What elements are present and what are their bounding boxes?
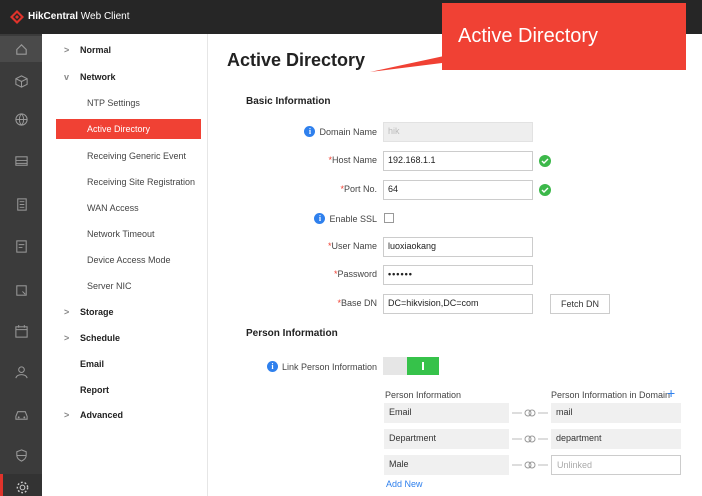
port-no-row: *Port No. 64 — [209, 180, 702, 200]
home-icon[interactable] — [0, 36, 42, 62]
settings-nav: > Normal v Network NTP Settings Active Dir… — [42, 34, 208, 496]
link-person-label: Link Person Information — [281, 361, 377, 372]
mapping-header-left: Person Information — [385, 390, 462, 400]
mapping-left-cell[interactable]: Department — [384, 429, 509, 449]
nav-item-network[interactable]: v Network — [42, 67, 208, 87]
nav-item-device-access-mode[interactable]: Device Access Mode — [42, 250, 208, 270]
link-icon — [512, 409, 548, 417]
add-new-link[interactable]: Add New — [386, 479, 423, 489]
gear-icon[interactable] — [0, 474, 42, 496]
link-person-toggle[interactable] — [383, 357, 439, 375]
nav-item-schedule[interactable]: > Schedule — [42, 328, 208, 348]
domain-name-label: Domain Name — [319, 126, 377, 137]
mapping-row: Male Unlinked — [384, 455, 682, 475]
domain-name-field: hik — [383, 122, 533, 142]
user-name-label: User Name — [331, 241, 377, 251]
nav-item-normal[interactable]: > Normal — [42, 40, 208, 60]
cube-icon[interactable] — [0, 68, 42, 94]
mapping-row: Department department — [384, 429, 682, 449]
calendar-icon[interactable] — [0, 318, 42, 344]
globe-icon[interactable] — [0, 106, 42, 132]
user-name-row: *User Name luoxiaokang — [209, 237, 702, 257]
password-label: Password — [337, 269, 377, 279]
user-name-field[interactable]: luoxiaokang — [383, 237, 533, 257]
enable-ssl-row: i Enable SSL — [209, 209, 702, 229]
link-icon — [512, 461, 548, 469]
chevron-right-icon: > — [64, 45, 70, 55]
link-person-row: i Link Person Information — [209, 357, 702, 377]
enable-ssl-label: Enable SSL — [329, 213, 377, 224]
chevron-right-icon: > — [64, 410, 70, 420]
building-icon[interactable] — [0, 191, 42, 217]
enable-ssl-checkbox[interactable] — [384, 213, 394, 223]
base-dn-row: *Base DN DC=hikvision,DC=com Fetch DN — [209, 294, 702, 314]
mapping-row: Email mail — [384, 403, 682, 423]
hikcentral-logo-icon — [10, 10, 24, 24]
mapping-right-cell[interactable]: Unlinked — [551, 455, 681, 475]
person-icon[interactable] — [0, 359, 42, 385]
base-dn-field[interactable]: DC=hikvision,DC=com — [383, 294, 533, 314]
nav-item-wan-access[interactable]: WAN Access — [42, 198, 208, 218]
mapping-header-right: Person Information in Domain — [551, 390, 671, 400]
nav-item-server-nic[interactable]: Server NIC — [42, 276, 208, 296]
nav-item-storage[interactable]: > Storage — [42, 302, 208, 322]
car-icon[interactable] — [0, 401, 42, 427]
nav-item-active-directory[interactable]: Active Directory — [56, 119, 201, 139]
fetch-dn-button[interactable]: Fetch DN — [550, 294, 610, 314]
chevron-right-icon: > — [64, 307, 70, 317]
port-no-field[interactable]: 64 — [383, 180, 533, 200]
nav-item-report[interactable]: Report — [42, 380, 208, 400]
shield-icon[interactable] — [0, 442, 42, 468]
basic-info-heading: Basic Information — [246, 96, 331, 107]
chevron-right-icon: > — [64, 333, 70, 343]
nav-item-receiving-generic-event[interactable]: Receiving Generic Event — [42, 146, 208, 166]
mapping-left-cell[interactable]: Email — [384, 403, 509, 423]
password-field[interactable]: •••••• — [383, 265, 533, 285]
password-row: *Password •••••• — [209, 265, 702, 285]
screen-icon[interactable] — [0, 277, 42, 303]
info-icon: i — [266, 361, 278, 372]
nav-item-email[interactable]: Email — [42, 354, 208, 374]
nav-item-ntp-settings[interactable]: NTP Settings — [42, 93, 208, 113]
callout-pointer — [370, 56, 450, 72]
base-dn-label: Base DN — [340, 298, 377, 308]
mapping-left-cell[interactable]: Male — [384, 455, 509, 475]
add-mapping-plus-icon[interactable]: + — [667, 386, 675, 400]
port-no-label: Port No. — [343, 184, 377, 194]
link-icon — [512, 435, 548, 443]
nav-item-advanced[interactable]: > Advanced — [42, 405, 208, 425]
host-name-field[interactable]: 192.168.1.1 — [383, 151, 533, 171]
domain-name-row: i Domain Name hik — [209, 122, 702, 142]
icon-rail — [0, 34, 42, 496]
person-info-heading: Person Information — [246, 328, 338, 339]
monitor-icon[interactable] — [0, 148, 42, 174]
main-content: Active Directory Basic Information i Doma… — [209, 34, 702, 496]
card-icon[interactable] — [0, 233, 42, 259]
info-icon: i — [304, 126, 316, 137]
host-name-row: *Host Name 192.168.1.1 — [209, 151, 702, 171]
host-name-label: Host Name — [331, 155, 377, 165]
callout-label: Active Directory — [442, 3, 686, 70]
page-title: Active Directory — [227, 50, 366, 70]
nav-item-receiving-site-registration[interactable]: Receiving Site Registration — [42, 172, 208, 192]
info-icon: i — [314, 213, 326, 224]
valid-check-icon — [539, 184, 551, 196]
chevron-down-icon: v — [64, 72, 70, 82]
app-title: HikCentral Web Client — [28, 11, 130, 22]
mapping-right-cell[interactable]: mail — [551, 403, 681, 423]
valid-check-icon — [539, 155, 551, 167]
nav-item-network-timeout[interactable]: Network Timeout — [42, 224, 208, 244]
mapping-right-cell[interactable]: department — [551, 429, 681, 449]
